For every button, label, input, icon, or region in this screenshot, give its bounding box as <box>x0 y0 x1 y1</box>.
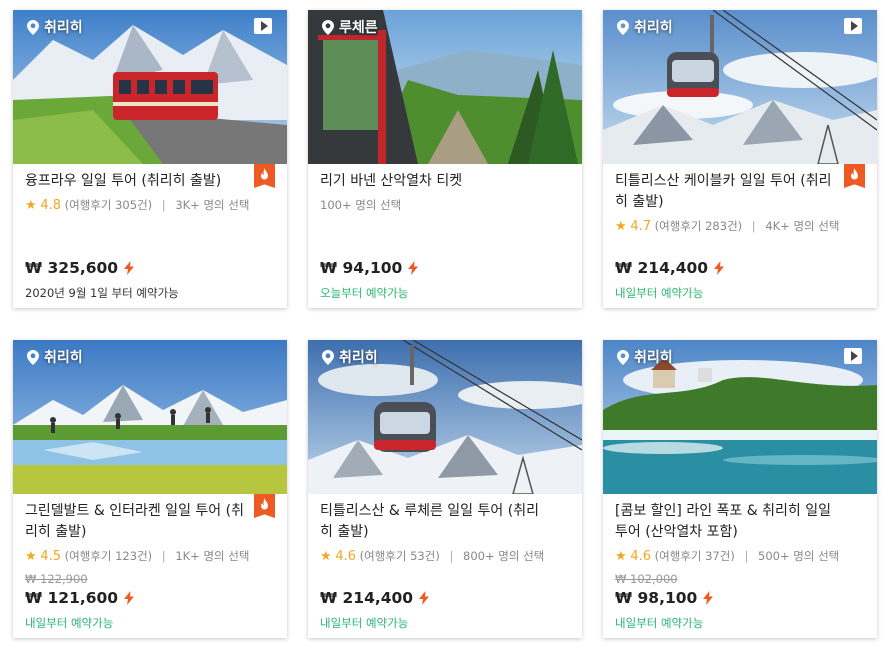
price: ₩ 214,400 <box>320 589 570 607</box>
map-pin-icon <box>617 350 629 365</box>
price-value: ₩ 98,100 <box>615 589 698 607</box>
product-card[interactable]: 루체른 리기 바넨 산악열차 티켓 100+ 명의 선택 ₩ 94,100 오늘… <box>308 10 582 308</box>
availability: 내일부터 예약가능 <box>615 286 704 300</box>
product-image[interactable]: 취리히 <box>13 10 287 164</box>
product-title[interactable]: 융프라우 일일 투어 (취리히 출발) <box>25 171 247 192</box>
star-icon: ★ <box>615 219 627 234</box>
location-text: 취리히 <box>339 350 378 366</box>
price: ₩ 94,100 <box>320 259 570 277</box>
play-icon[interactable] <box>254 18 272 34</box>
popularity: 100+ 명의 선택 <box>320 198 402 212</box>
rating-row: ★ 4.5 (여행후기 123건) | 1K+ 명의 선택 <box>25 548 275 564</box>
divider: | <box>744 549 749 563</box>
product-title[interactable]: 티틀리스산 케이블카 일일 투어 (취리히 출발) <box>615 171 837 213</box>
price-value: ₩ 94,100 <box>320 259 403 277</box>
map-pin-icon <box>322 350 334 365</box>
map-pin-icon <box>27 20 39 35</box>
product-title[interactable]: 티틀리스산 & 루체른 일일 투어 (취리히 출발) <box>320 501 542 543</box>
availability: 내일부터 예약가능 <box>25 616 114 630</box>
rating-score: 4.6 <box>335 549 356 564</box>
star-icon: ★ <box>615 549 627 564</box>
star-icon: ★ <box>25 549 37 564</box>
product-image[interactable]: 취리히 <box>308 340 582 494</box>
location-label: 취리히 <box>617 347 673 367</box>
availability: 오늘부터 예약가능 <box>320 286 409 300</box>
price: ₩ 214,400 <box>615 259 865 277</box>
location-label: 취리히 <box>617 17 673 37</box>
lightning-icon <box>124 261 134 275</box>
popularity: 1K+ 명의 선택 <box>175 549 250 563</box>
lightning-icon <box>124 591 134 605</box>
divider: | <box>449 549 454 563</box>
rating-row: ★ 4.8 (여행후기 305건) | 3K+ 명의 선택 <box>25 197 275 213</box>
location-text: 루체른 <box>339 20 378 36</box>
rating-score: 4.8 <box>40 198 61 213</box>
popularity: 3K+ 명의 선택 <box>175 198 250 212</box>
rating-score: 4.5 <box>40 549 61 564</box>
lightning-icon <box>408 261 418 275</box>
divider: | <box>161 198 166 212</box>
location-text: 취리히 <box>634 350 673 366</box>
product-title[interactable]: [콤보 할인] 라인 폭포 & 취리히 일일 투어 (산악열차 포함) <box>615 501 837 543</box>
product-image[interactable]: 취리히 <box>603 10 877 164</box>
map-pin-icon <box>27 350 39 365</box>
popularity: 800+ 명의 선택 <box>463 549 545 563</box>
availability: 내일부터 예약가능 <box>320 616 409 630</box>
availability: 내일부터 예약가능 <box>615 616 704 630</box>
location-text: 취리히 <box>44 20 83 36</box>
popularity: 500+ 명의 선택 <box>758 549 840 563</box>
lightning-icon <box>703 591 713 605</box>
product-title[interactable]: 그린델발트 & 인터라켄 일일 투어 (취리히 출발) <box>25 501 247 543</box>
rating-row: ★ 4.6 (여행후기 37건) | 500+ 명의 선택 <box>615 548 865 564</box>
star-icon: ★ <box>320 549 332 564</box>
review-count: (여행후기 305건) <box>64 198 153 212</box>
location-text: 취리히 <box>44 350 83 366</box>
rating-score: 4.7 <box>630 219 651 234</box>
star-icon: ★ <box>25 198 37 213</box>
divider: | <box>161 549 166 563</box>
location-label: 취리히 <box>27 347 83 367</box>
popularity-row: 100+ 명의 선택 <box>320 197 570 213</box>
popularity: 4K+ 명의 선택 <box>765 219 840 233</box>
lightning-icon <box>419 591 429 605</box>
product-image[interactable]: 취리히 <box>603 340 877 494</box>
price: ₩ 121,600 <box>25 589 275 607</box>
lightning-icon <box>714 261 724 275</box>
price-value: ₩ 214,400 <box>615 259 709 277</box>
divider: | <box>751 219 756 233</box>
location-label: 취리히 <box>27 17 83 37</box>
location-label: 취리히 <box>322 347 378 367</box>
product-image[interactable]: 루체른 <box>308 10 582 164</box>
availability: 2020년 9월 1일 부터 예약가능 <box>25 286 179 300</box>
rating-score: 4.6 <box>630 549 651 564</box>
price: ₩ 325,600 <box>25 259 275 277</box>
location-label: 루체른 <box>322 17 378 37</box>
play-icon[interactable] <box>844 18 862 34</box>
map-pin-icon <box>322 20 334 35</box>
price: ₩ 98,100 <box>615 589 865 607</box>
product-card[interactable]: 취리히 그린델발트 & 인터라켄 일일 투어 (취리히 출발) ★ 4.5 (여… <box>13 340 287 638</box>
review-count: (여행후기 53건) <box>359 549 440 563</box>
product-card[interactable]: 취리히 티틀리스산 & 루체른 일일 투어 (취리히 출발) ★ 4.6 (여행… <box>308 340 582 638</box>
product-image[interactable]: 취리히 <box>13 340 287 494</box>
price-value: ₩ 325,600 <box>25 259 119 277</box>
product-card[interactable]: 취리히 [콤보 할인] 라인 폭포 & 취리히 일일 투어 (산악열차 포함) … <box>603 340 877 638</box>
play-icon[interactable] <box>844 348 862 364</box>
product-title[interactable]: 리기 바넨 산악열차 티켓 <box>320 171 542 192</box>
price-value: ₩ 214,400 <box>320 589 414 607</box>
review-count: (여행후기 37건) <box>654 549 735 563</box>
product-card[interactable]: 취리히 티틀리스산 케이블카 일일 투어 (취리히 출발) ★ 4.7 (여행후… <box>603 10 877 308</box>
original-price: ₩ 102,000 <box>615 572 678 586</box>
product-card[interactable]: 취리히 융프라우 일일 투어 (취리히 출발) ★ 4.8 (여행후기 305건… <box>13 10 287 308</box>
original-price: ₩ 122,900 <box>25 572 88 586</box>
review-count: (여행후기 283건) <box>654 219 743 233</box>
location-text: 취리히 <box>634 20 673 36</box>
rating-row: ★ 4.7 (여행후기 283건) | 4K+ 명의 선택 <box>615 218 865 234</box>
price-value: ₩ 121,600 <box>25 589 119 607</box>
map-pin-icon <box>617 20 629 35</box>
review-count: (여행후기 123건) <box>64 549 153 563</box>
rating-row: ★ 4.6 (여행후기 53건) | 800+ 명의 선택 <box>320 548 570 564</box>
